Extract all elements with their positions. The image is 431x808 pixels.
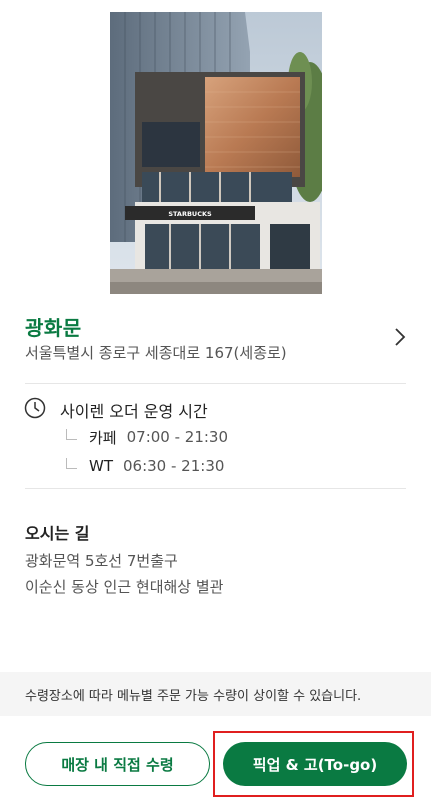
store-photo: STARBUCKS	[110, 12, 322, 294]
in-store-pickup-button[interactable]: 매장 내 직접 수령	[25, 742, 210, 786]
hours-row-wt: WT 06:30 - 21:30	[66, 455, 224, 477]
directions-line-1: 광화문역 5호선 7번출구	[25, 552, 178, 570]
clock-icon	[24, 397, 46, 419]
hours-time: 06:30 - 21:30	[123, 457, 225, 475]
hours-time: 07:00 - 21:30	[126, 428, 229, 446]
siren-order-hours-title: 사이렌 오더 운영 시간	[60, 402, 208, 421]
tree-branch-icon	[66, 457, 77, 469]
hours-type: 카페	[89, 428, 117, 447]
highlight-box	[213, 731, 414, 797]
notice-bar: 수령장소에 따라 메뉴별 주문 가능 수량이 상이할 수 있습니다.	[0, 672, 431, 716]
tree-branch-icon	[66, 428, 77, 440]
chevron-right-icon[interactable]	[392, 326, 408, 348]
directions-line-2: 이순신 동상 인근 현대해상 별관	[25, 578, 224, 596]
store-name: 광화문	[25, 316, 82, 340]
divider	[25, 383, 406, 384]
divider	[25, 488, 406, 489]
hours-type: WT	[89, 457, 113, 475]
directions-title: 오시는 길	[25, 524, 90, 543]
hours-row-cafe: 카페 07:00 - 21:30	[66, 426, 228, 448]
store-address: 서울특별시 종로구 세종대로 167(세종로)	[25, 344, 287, 362]
storefront-sign: STARBUCKS	[168, 210, 212, 218]
notice-text: 수령장소에 따라 메뉴별 주문 가능 수량이 상이할 수 있습니다.	[25, 688, 362, 704]
